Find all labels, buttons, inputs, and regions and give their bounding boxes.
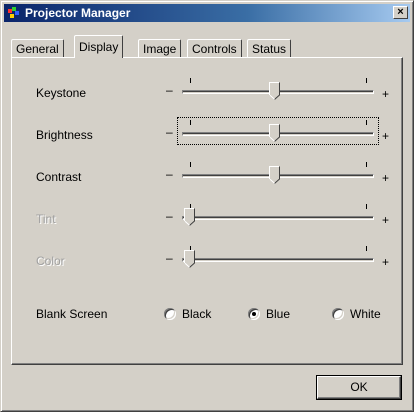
brightness-minus-label: – — [166, 125, 173, 139]
tint-label: Tint — [36, 212, 56, 226]
app-icon — [8, 7, 19, 18]
tab-status[interactable]: Status — [247, 39, 292, 57]
slider-thumb[interactable] — [268, 166, 280, 184]
tint-minus-label: – — [166, 209, 173, 223]
contrast-minus-label: – — [166, 167, 173, 181]
keystone-slider[interactable] — [178, 76, 378, 102]
slider-tick-max — [366, 246, 367, 251]
color-minus-label: – — [166, 251, 173, 265]
tab-label: Display — [79, 40, 119, 54]
tab-label: Controls — [192, 42, 237, 56]
contrast-slider[interactable] — [178, 160, 378, 186]
tint-plus-label: + — [382, 213, 390, 227]
contrast-plus-label: + — [382, 171, 390, 185]
color-plus-label: + — [382, 255, 390, 269]
brightness-plus-label: + — [382, 129, 390, 143]
radio-label: Black — [182, 307, 212, 321]
tab-controls[interactable]: Controls — [187, 39, 242, 57]
radio-dot — [252, 312, 256, 316]
slider-tick-min — [190, 120, 191, 125]
slider-thumb[interactable] — [268, 124, 280, 142]
slider-tick-max — [366, 204, 367, 209]
brightness-label: Brightness — [36, 128, 93, 142]
slider-thumb[interactable] — [184, 208, 195, 226]
slider-thumb[interactable] — [268, 82, 280, 100]
tab-label: General — [16, 42, 59, 56]
radio-button[interactable] — [248, 308, 260, 320]
tab-display[interactable]: Display — [74, 35, 124, 58]
radio-black[interactable]: Black — [164, 307, 224, 323]
slider-tick-max — [366, 78, 367, 83]
radio-label: White — [350, 307, 381, 321]
slider-thumb[interactable] — [184, 250, 195, 268]
slider-track — [182, 258, 374, 262]
slider-tick-max — [366, 162, 367, 167]
radio-label: Blue — [266, 307, 291, 321]
title-bar[interactable]: Projector Manager × — [4, 4, 410, 22]
radio-button[interactable] — [332, 308, 344, 320]
slider-tick-min — [190, 78, 191, 83]
radio-blue[interactable]: Blue — [248, 307, 308, 323]
brightness-slider[interactable] — [177, 117, 379, 145]
display-panel: Keystone – + Brightness – + Contrast – + Tint – + Co… — [11, 57, 403, 365]
ok-button-label: OK — [350, 380, 368, 394]
keystone-plus-label: + — [382, 87, 390, 101]
tab-general[interactable]: General — [11, 39, 64, 57]
radio-white[interactable]: White — [332, 307, 394, 323]
projector-manager-window: Projector Manager × General Display Imag… — [0, 0, 414, 412]
close-button[interactable]: × — [393, 6, 408, 19]
tab-label: Status — [252, 42, 287, 56]
slider-tick-min — [190, 162, 191, 167]
tint-slider[interactable] — [178, 202, 378, 228]
tab-image[interactable]: Image — [138, 39, 182, 57]
close-icon: × — [397, 6, 404, 18]
ok-button[interactable]: OK — [317, 376, 401, 399]
color-label: Color — [36, 254, 65, 268]
tab-label: Image — [143, 42, 177, 56]
slider-tick-max — [366, 120, 367, 125]
radio-button[interactable] — [164, 308, 176, 320]
keystone-minus-label: – — [166, 83, 173, 97]
keystone-label: Keystone — [36, 86, 87, 100]
window-title: Projector Manager — [25, 6, 131, 20]
slider-track — [182, 216, 374, 220]
blank-screen-label: Blank Screen — [36, 307, 108, 321]
contrast-label: Contrast — [36, 170, 82, 184]
color-slider[interactable] — [178, 244, 378, 270]
